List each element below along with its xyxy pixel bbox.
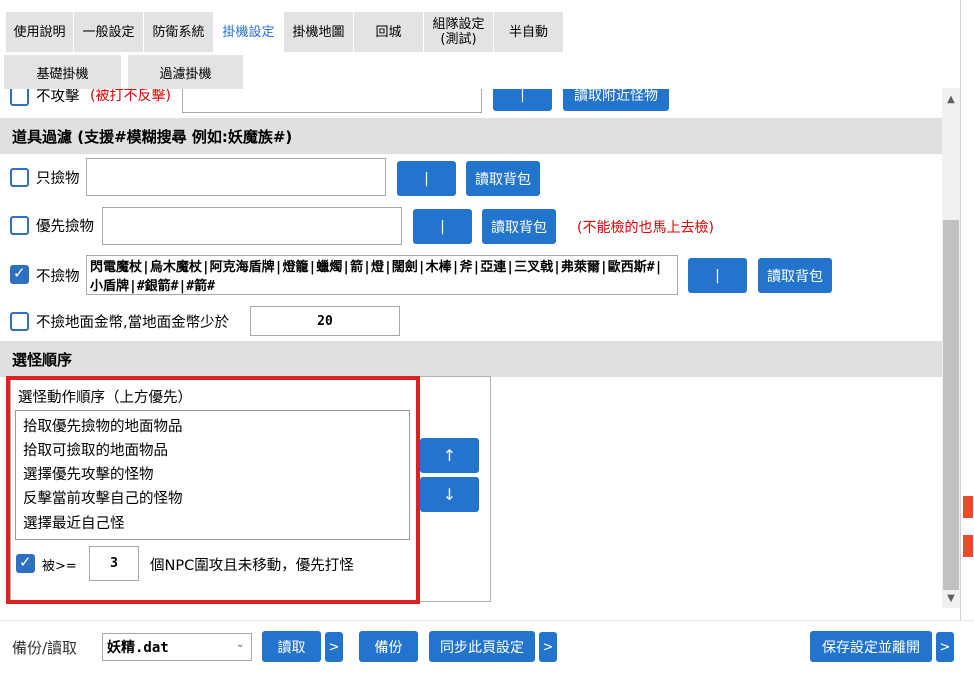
priority-pick-pipe-button[interactable]: | xyxy=(413,209,472,244)
no-pick-input[interactable]: 閃電魔杖|烏木魔杖|阿克海盾牌|燈籠|蠟燭|箭|燈|闊劍|木棒|斧|亞連|三叉戟… xyxy=(86,255,678,295)
tab-return-town[interactable]: 回城 xyxy=(354,12,424,52)
chevron-down-icon[interactable]: ⌄ xyxy=(236,639,244,650)
no-pick-label: 不撿物 xyxy=(36,269,80,285)
monster-order-header: 選怪順序 xyxy=(0,341,942,377)
no-attack-label: 不攻擊 xyxy=(36,89,80,105)
window-edge xyxy=(960,0,974,675)
gold-threshold-input[interactable]: 20 xyxy=(250,306,400,336)
only-pick-input[interactable] xyxy=(86,158,386,196)
tab-party[interactable]: 組隊設定 (測試) xyxy=(424,12,494,52)
no-attack-input[interactable] xyxy=(182,89,482,113)
priority-pick-label: 優先撿物 xyxy=(36,219,94,235)
subtab-filter[interactable]: 過濾掛機 xyxy=(128,55,243,89)
priority-pick-read-bag-button[interactable]: 讀取背包 xyxy=(482,209,556,244)
backup-button[interactable]: 備份 xyxy=(359,631,418,662)
no-pick-pipe-button[interactable]: | xyxy=(688,258,747,293)
subtab-basic[interactable]: 基礎掛機 xyxy=(4,55,121,89)
tab-usage[interactable]: 使用說明 xyxy=(6,12,74,52)
highlight-box xyxy=(6,376,420,604)
sync-more-button[interactable]: > xyxy=(539,632,557,662)
no-attack-note: (被打不反擊) xyxy=(90,89,171,104)
priority-pick-input[interactable] xyxy=(102,207,402,245)
edge-marker xyxy=(963,535,973,557)
read-nearby-monsters-button[interactable]: 讀取附近怪物 xyxy=(563,89,669,111)
scroll-down-icon[interactable]: ▼ xyxy=(944,591,958,605)
scrollbar-thumb[interactable] xyxy=(943,220,959,590)
edge-marker xyxy=(963,496,973,518)
read-profile-more-button[interactable]: > xyxy=(325,632,343,662)
priority-pick-checkbox[interactable] xyxy=(10,216,29,235)
only-pick-label: 只撿物 xyxy=(36,171,80,187)
save-more-button[interactable]: > xyxy=(936,632,954,662)
read-profile-button[interactable]: 讀取 xyxy=(262,631,321,662)
tab-general[interactable]: 一般設定 xyxy=(74,12,144,52)
item-filter-header: 道具過濾 (支援#模糊搜尋 例如:妖魔族#) xyxy=(0,118,942,154)
no-attack-pipe-button[interactable]: | xyxy=(493,89,552,111)
tab-afk-settings[interactable]: 掛機設定 xyxy=(214,12,284,52)
tab-defense[interactable]: 防衛系統 xyxy=(144,12,214,52)
only-pick-read-bag-button[interactable]: 讀取背包 xyxy=(466,161,540,196)
no-gold-label: 不撿地面金幣,當地面金幣少於 xyxy=(36,315,230,331)
no-attack-checkbox[interactable] xyxy=(10,89,29,106)
sync-page-button[interactable]: 同步此頁設定 xyxy=(429,631,535,662)
backup-read-label: 備份/讀取 xyxy=(12,639,78,657)
only-pick-checkbox[interactable] xyxy=(10,168,29,187)
only-pick-pipe-button[interactable]: | xyxy=(397,161,456,196)
save-and-exit-button[interactable]: 保存設定並離開 xyxy=(810,631,932,662)
tab-afk-map[interactable]: 掛機地圖 xyxy=(284,12,354,52)
no-gold-checkbox[interactable] xyxy=(10,312,29,331)
no-pick-checkbox[interactable] xyxy=(10,264,29,284)
move-down-button[interactable]: ↓ xyxy=(420,477,479,512)
tab-semi-auto[interactable]: 半自動 xyxy=(494,12,564,52)
scroll-up-icon[interactable]: ▲ xyxy=(944,92,958,106)
profile-file-value: 妖精.dat xyxy=(107,640,169,656)
profile-file-select[interactable]: 妖精.dat xyxy=(102,633,252,661)
priority-pick-note: (不能檢的也馬上去檢) xyxy=(577,220,714,236)
no-pick-read-bag-button[interactable]: 讀取背包 xyxy=(758,258,832,293)
move-up-button[interactable]: ↑ xyxy=(420,438,479,473)
